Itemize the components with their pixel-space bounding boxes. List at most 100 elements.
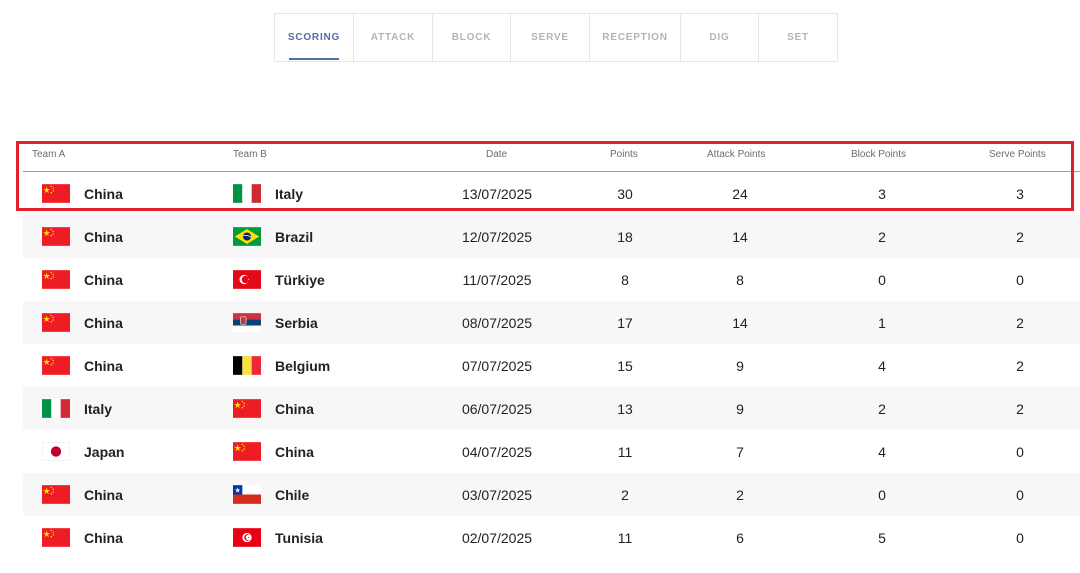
china-flag-icon xyxy=(42,528,70,547)
china-flag-icon xyxy=(42,485,70,504)
match-date: 07/07/2025 xyxy=(461,357,533,374)
team-b-name[interactable]: China xyxy=(275,401,314,417)
tab-block[interactable]: BLOCK xyxy=(433,14,511,61)
team-a-cell: Italy xyxy=(42,387,112,430)
team-a-cell: China xyxy=(42,516,123,559)
team-b-name[interactable]: Italy xyxy=(275,186,303,202)
brazil-flag-icon xyxy=(233,227,261,246)
attack-points-value: 9 xyxy=(736,400,744,417)
match-date: 11/07/2025 xyxy=(462,271,532,288)
header-points[interactable]: Points xyxy=(610,149,638,160)
match-date: 08/07/2025 xyxy=(461,314,533,331)
team-b-cell: Italy xyxy=(233,172,303,215)
block-points-value: 4 xyxy=(878,357,886,374)
team-b-cell: Türkiye xyxy=(233,258,325,301)
serve-points-value: 3 xyxy=(1016,185,1024,202)
points-value: 11 xyxy=(617,443,633,460)
table-row[interactable]: China Italy 13/07/2025 30 24 3 3 xyxy=(23,172,1080,215)
team-a-cell: China xyxy=(42,473,123,516)
team-a-cell: China xyxy=(42,215,123,258)
team-b-cell: Serbia xyxy=(233,301,318,344)
italy-flag-icon xyxy=(233,184,261,203)
attack-points-value: 24 xyxy=(732,185,748,202)
team-a-name[interactable]: China xyxy=(84,186,123,202)
belgium-flag-icon xyxy=(233,356,261,375)
team-b-cell: Belgium xyxy=(233,344,330,387)
team-a-name[interactable]: China xyxy=(84,315,123,331)
block-points-value: 4 xyxy=(878,443,886,460)
team-b-cell: Chile xyxy=(233,473,309,516)
header-attack-points[interactable]: Attack Points xyxy=(707,149,765,160)
table-row[interactable]: China Belgium 07/07/2025 15 9 4 2 xyxy=(23,344,1080,387)
team-b-name[interactable]: Brazil xyxy=(275,229,313,245)
team-a-name[interactable]: Italy xyxy=(84,401,112,417)
header-team-a[interactable]: Team A xyxy=(32,149,65,160)
points-value: 18 xyxy=(617,228,633,245)
tab-scoring[interactable]: SCORING xyxy=(275,14,354,61)
team-a-cell: China xyxy=(42,258,123,301)
table-row[interactable]: China Tunisia 02/07/2025 11 6 5 0 xyxy=(23,516,1080,559)
team-a-cell: China xyxy=(42,344,123,387)
tab-attack[interactable]: ATTACK xyxy=(354,14,433,61)
japan-flag-icon xyxy=(42,442,70,461)
match-date: 04/07/2025 xyxy=(461,443,533,460)
attack-points-value: 14 xyxy=(732,228,748,245)
team-b-name[interactable]: Chile xyxy=(275,487,309,503)
header-block-points[interactable]: Block Points xyxy=(851,149,906,160)
table-row[interactable]: China Brazil 12/07/2025 18 14 2 2 xyxy=(23,215,1080,258)
match-date: 12/07/2025 xyxy=(461,228,533,245)
match-date: 03/07/2025 xyxy=(461,486,533,503)
match-date: 06/07/2025 xyxy=(461,400,533,417)
team-a-name[interactable]: China xyxy=(84,229,123,245)
team-a-cell: Japan xyxy=(42,430,124,473)
attack-points-value: 2 xyxy=(736,486,744,503)
china-flag-icon xyxy=(42,270,70,289)
team-a-name[interactable]: Japan xyxy=(84,444,124,460)
team-b-name[interactable]: Belgium xyxy=(275,358,330,374)
serve-points-value: 2 xyxy=(1016,314,1024,331)
serve-points-value: 0 xyxy=(1016,486,1024,503)
table-row[interactable]: Italy China 06/07/2025 13 9 2 2 xyxy=(23,387,1080,430)
serbia-flag-icon xyxy=(233,313,261,332)
attack-points-value: 9 xyxy=(736,357,744,374)
team-b-name[interactable]: China xyxy=(275,444,314,460)
china-flag-icon xyxy=(42,184,70,203)
tab-serve[interactable]: SERVE xyxy=(511,14,590,61)
header-serve-points[interactable]: Serve Points xyxy=(989,149,1046,160)
table-body: China Italy 13/07/2025 30 24 3 3 China Brazil 12/… xyxy=(23,172,1080,559)
table-row[interactable]: China Türkiye 11/07/2025 8 8 0 0 xyxy=(23,258,1080,301)
header-date[interactable]: Date xyxy=(486,149,507,160)
team-a-name[interactable]: China xyxy=(84,487,123,503)
match-stats-table: Team A Team B Date Points Attack Points … xyxy=(23,142,1080,559)
team-a-name[interactable]: China xyxy=(84,530,123,546)
team-a-name[interactable]: China xyxy=(84,358,123,374)
points-value: 15 xyxy=(617,357,633,374)
tab-reception[interactable]: RECEPTION xyxy=(590,14,681,61)
table-row[interactable]: China Chile 03/07/2025 2 2 0 0 xyxy=(23,473,1080,516)
stats-tab-bar: SCORING ATTACK BLOCK SERVE RECEPTION DIG… xyxy=(274,13,838,62)
block-points-value: 5 xyxy=(878,529,886,546)
team-b-name[interactable]: Serbia xyxy=(275,315,318,331)
points-value: 11 xyxy=(617,529,633,546)
team-b-name[interactable]: Tunisia xyxy=(275,530,323,546)
serve-points-value: 0 xyxy=(1016,529,1024,546)
team-b-cell: China xyxy=(233,387,314,430)
match-date: 02/07/2025 xyxy=(461,529,533,546)
block-points-value: 1 xyxy=(878,314,886,331)
serve-points-value: 2 xyxy=(1016,228,1024,245)
team-a-cell: China xyxy=(42,301,123,344)
table-row[interactable]: Japan China 04/07/2025 11 7 4 0 xyxy=(23,430,1080,473)
team-a-name[interactable]: China xyxy=(84,272,123,288)
header-team-b[interactable]: Team B xyxy=(233,149,267,160)
block-points-value: 0 xyxy=(878,271,886,288)
serve-points-value: 2 xyxy=(1016,400,1024,417)
points-value: 30 xyxy=(617,185,633,202)
tab-dig[interactable]: DIG xyxy=(681,14,759,61)
team-b-cell: China xyxy=(233,430,314,473)
tab-set[interactable]: SET xyxy=(759,14,837,61)
points-value: 17 xyxy=(617,314,633,331)
table-row[interactable]: China Serbia 08/07/2025 17 14 1 2 xyxy=(23,301,1080,344)
turkiye-flag-icon xyxy=(233,270,261,289)
team-b-name[interactable]: Türkiye xyxy=(275,272,325,288)
block-points-value: 2 xyxy=(878,228,886,245)
